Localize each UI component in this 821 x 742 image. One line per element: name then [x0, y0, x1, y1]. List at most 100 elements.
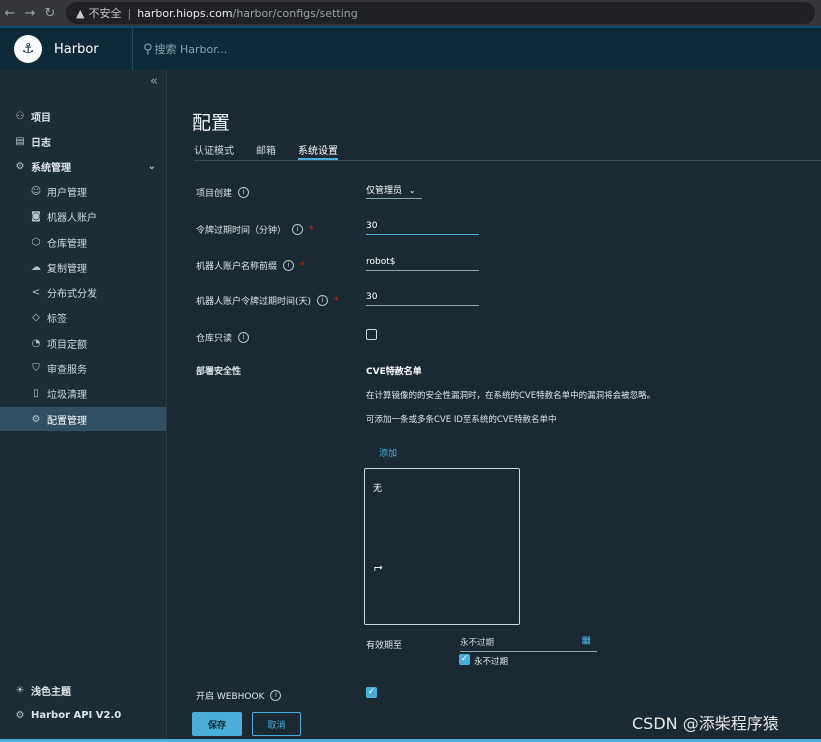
reload-icon[interactable]: ↻	[40, 6, 60, 21]
theme-toggle[interactable]: ☀ 浅色主题	[0, 678, 166, 702]
cve-list-box[interactable]: 无 ⮣	[364, 468, 520, 625]
address-bar[interactable]: ▲ 不安全 | harbor.hiops.com /harbor/configs…	[66, 2, 815, 24]
robot-token-expiration-label: 机器人账户令牌过期时间(天) i *	[196, 294, 339, 307]
sidebar-item-label: 配置管理	[47, 415, 87, 427]
forward-icon[interactable]: →	[20, 6, 40, 21]
chevron-down-icon: ⌄	[147, 160, 156, 172]
token-expiration-input[interactable]: 30	[366, 221, 479, 235]
sidebar-item-distributions[interactable]: < 分布式分发	[0, 280, 166, 304]
cancel-button[interactable]: 取消	[252, 712, 301, 736]
repo-readonly-checkbox[interactable]	[366, 329, 377, 340]
sidebar-item-label: 日志	[31, 137, 51, 149]
url-separator: |	[127, 6, 132, 20]
info-icon[interactable]: i	[270, 690, 282, 701]
sidebar-item-label: 系统管理	[31, 162, 71, 174]
replication-icon: ☁	[31, 261, 41, 273]
url-path: /harbor/configs/setting	[232, 6, 358, 20]
logs-icon: ▤	[15, 135, 25, 147]
sidebar-item-label: 标签	[47, 313, 67, 325]
sidebar-item-label: 审查服务	[47, 364, 87, 376]
global-search[interactable]: ⚲ 搜索 Harbor...	[143, 41, 227, 57]
shield-icon: ⛉	[32, 362, 40, 374]
brand-name[interactable]: Harbor	[54, 42, 132, 57]
sidebar-item-replications[interactable]: ☁ 复制管理	[0, 255, 166, 279]
required-marker: *	[300, 260, 305, 271]
project-creation-text: 项目创建	[196, 189, 233, 199]
expire-date-input[interactable]: 永不过期 ▦	[460, 635, 597, 652]
theme-toggle-label: 浅色主题	[31, 686, 71, 698]
sidebar-item-logs[interactable]: ▤ 日志	[0, 129, 166, 153]
watermark: CSDN @添柴程序猿	[632, 714, 779, 733]
sun-icon: ☀	[15, 684, 25, 696]
warning-icon: ▲	[76, 6, 85, 20]
sidebar-item-configuration[interactable]: ⚙ 配置管理	[0, 407, 166, 431]
main-content: 配置 认证模式 邮箱 系统设置 项目创建 i 仅管理员 ⌄ 令牌过期时间（分钟）…	[167, 70, 821, 742]
url-host: harbor.hiops.com	[137, 6, 233, 20]
cve-hint: 可添加一条或多条CVE ID至系统的CVE特赦名单中	[366, 415, 557, 425]
sidebar-item-registries[interactable]: ⬡ 仓库管理	[0, 230, 166, 254]
distribution-icon: <	[31, 286, 41, 298]
cve-allowlist-title: CVE特赦名单	[366, 367, 422, 377]
save-button[interactable]: 保存	[192, 712, 242, 736]
api-link[interactable]: ⚙ Harbor API V2.0	[0, 703, 166, 727]
search-input[interactable]: 搜索 Harbor...	[155, 41, 228, 57]
cve-description: 在计算镜像的的安全性漏洞时，在系统的CVE特赦名单中的漏洞将会被忽略。	[366, 391, 656, 401]
tab-system-settings[interactable]: 系统设置	[298, 142, 338, 160]
never-expire-checkbox[interactable]: ✓	[459, 654, 470, 665]
calendar-icon[interactable]: ▦	[582, 635, 591, 646]
mouse-cursor-icon: ⮣	[374, 560, 383, 573]
info-icon[interactable]: i	[283, 260, 295, 271]
tag-icon: ◇	[32, 311, 40, 323]
required-marker: *	[334, 295, 339, 306]
harbor-logo-icon[interactable]: ⚓	[14, 35, 42, 63]
info-icon[interactable]: i	[292, 224, 304, 235]
project-creation-select[interactable]: 仅管理员 ⌄	[366, 183, 422, 199]
sidebar-item-admin[interactable]: ⚙ 系统管理 ⌄	[0, 154, 166, 178]
webhook-checkbox[interactable]: ✓	[366, 687, 377, 698]
sidebar-item-label: 机器人账户	[47, 212, 97, 224]
add-cve-button[interactable]: 添加	[379, 446, 397, 459]
robot-prefix-input[interactable]: robot$	[366, 257, 479, 271]
tab-auth[interactable]: 认证模式	[194, 142, 234, 160]
sidebar-item-labels[interactable]: ◇ 标签	[0, 305, 166, 329]
sidebar-item-label: 仓库管理	[47, 238, 87, 250]
back-icon[interactable]: ←	[0, 6, 20, 21]
api-icon: ⚙	[15, 709, 25, 721]
sidebar-item-label: 项目定额	[47, 339, 87, 351]
app-header: ⚓ Harbor ⚲ 搜索 Harbor...	[0, 26, 821, 71]
sidebar-item-quotas[interactable]: ◔ 项目定额	[0, 331, 166, 355]
tab-email[interactable]: 邮箱	[256, 142, 276, 160]
sidebar-item-label: 复制管理	[47, 263, 87, 275]
collapse-sidebar-icon[interactable]: «	[150, 74, 158, 89]
users-icon: ☺	[30, 185, 42, 197]
sidebar-item-scanners[interactable]: ⛉ 审查服务	[0, 356, 166, 380]
sidebar-item-projects[interactable]: ⚇ 项目	[0, 104, 166, 128]
search-icon: ⚲	[143, 41, 153, 57]
expire-date-value: 永不过期	[460, 638, 495, 648]
sidebar: « ⚇ 项目 ▤ 日志 ⚙ 系统管理 ⌄ ☺ 用户管理 ◙ 机器人账户 ⬡ 仓库…	[0, 70, 167, 742]
robot-token-expiration-text: 机器人账户令牌过期时间(天)	[196, 297, 312, 307]
sidebar-item-users[interactable]: ☺ 用户管理	[0, 179, 166, 203]
robot-token-expiration-input[interactable]: 30	[366, 292, 479, 306]
webhook-text: 开启 WEBHOOK	[196, 692, 265, 702]
expire-label: 有效期至	[366, 641, 403, 651]
token-expiration-label: 令牌过期时间（分钟） i *	[196, 223, 314, 236]
info-icon[interactable]: i	[317, 295, 329, 306]
registry-icon: ⬡	[31, 236, 41, 248]
robot-icon: ◙	[31, 210, 41, 222]
repo-readonly-text: 仓库只读	[196, 334, 233, 344]
header-divider	[132, 27, 133, 71]
project-creation-label: 项目创建 i	[196, 186, 250, 199]
trash-icon: ▯	[33, 387, 39, 399]
gear-icon: ⚙	[31, 413, 41, 425]
cve-empty-text: 无	[373, 484, 383, 494]
admin-icon: ⚙	[15, 160, 25, 172]
sidebar-item-robots[interactable]: ◙ 机器人账户	[0, 204, 166, 228]
info-icon[interactable]: i	[238, 187, 250, 198]
projects-icon: ⚇	[15, 110, 25, 122]
token-expiration-text: 令牌过期时间（分钟）	[196, 226, 287, 236]
info-icon[interactable]: i	[238, 332, 250, 343]
chevron-down-icon: ⌄	[408, 186, 416, 195]
sidebar-item-gc[interactable]: ▯ 垃圾清理	[0, 381, 166, 405]
never-expire-label: 永不过期	[474, 657, 509, 667]
